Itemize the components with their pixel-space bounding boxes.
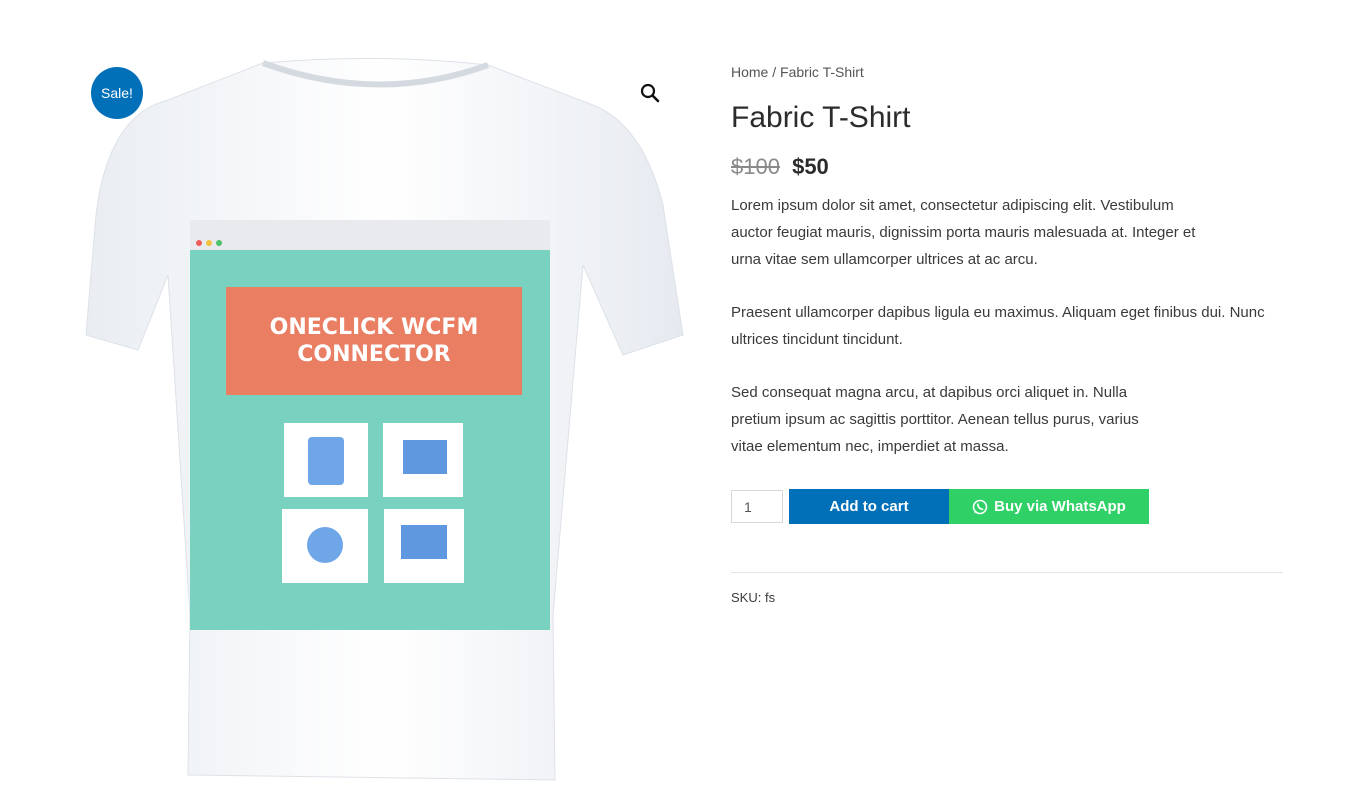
product-summary: Home / Fabric T-Shirt Fabric T-Shirt $10… bbox=[731, 60, 1283, 605]
breadcrumb-home-link[interactable]: Home bbox=[731, 64, 768, 80]
description-paragraph: Sed consequat magna arcu, at dapibus orc… bbox=[731, 384, 1139, 455]
product-sku: SKU: fs bbox=[731, 590, 775, 605]
sku-label: SKU: bbox=[731, 590, 762, 605]
product-gallery: ONECLICK WCFM CONNECTOR bbox=[78, 55, 688, 795]
add-to-cart-button[interactable]: Add to cart bbox=[789, 489, 949, 524]
shirt-print-line2: CONNECTOR bbox=[297, 342, 451, 367]
regular-price: $100 bbox=[731, 154, 780, 179]
zoom-button[interactable] bbox=[636, 79, 664, 107]
product-image[interactable]: ONECLICK WCFM CONNECTOR bbox=[78, 55, 688, 795]
sku-value: fs bbox=[764, 590, 776, 605]
whatsapp-icon bbox=[972, 499, 988, 514]
whatsapp-button-label: Buy via WhatsApp bbox=[994, 498, 1126, 515]
product-description: Lorem ipsum dolor sit amet, consectetur … bbox=[731, 192, 1283, 460]
buy-via-whatsapp-button[interactable]: Buy via WhatsApp bbox=[949, 489, 1149, 524]
description-paragraph: Lorem ipsum dolor sit amet, consectetur … bbox=[731, 197, 1196, 268]
product-price: $100 $50 bbox=[731, 152, 1283, 182]
magnifier-icon bbox=[640, 83, 660, 103]
breadcrumb: Home / Fabric T-Shirt bbox=[731, 60, 1283, 84]
sale-badge: Sale! bbox=[91, 67, 143, 119]
quantity-input[interactable] bbox=[731, 490, 783, 523]
shirt-print-line1: ONECLICK WCFM bbox=[270, 315, 479, 340]
breadcrumb-separator: / bbox=[772, 64, 777, 80]
sale-price: $50 bbox=[792, 154, 829, 179]
add-to-cart-form: Add to cart Buy via WhatsApp bbox=[731, 489, 1149, 524]
breadcrumb-current: Fabric T-Shirt bbox=[780, 64, 864, 80]
product-title: Fabric T-Shirt bbox=[731, 101, 911, 134]
divider bbox=[731, 572, 1283, 573]
description-paragraph: Praesent ullamcorper dapibus ligula eu m… bbox=[731, 304, 1265, 348]
